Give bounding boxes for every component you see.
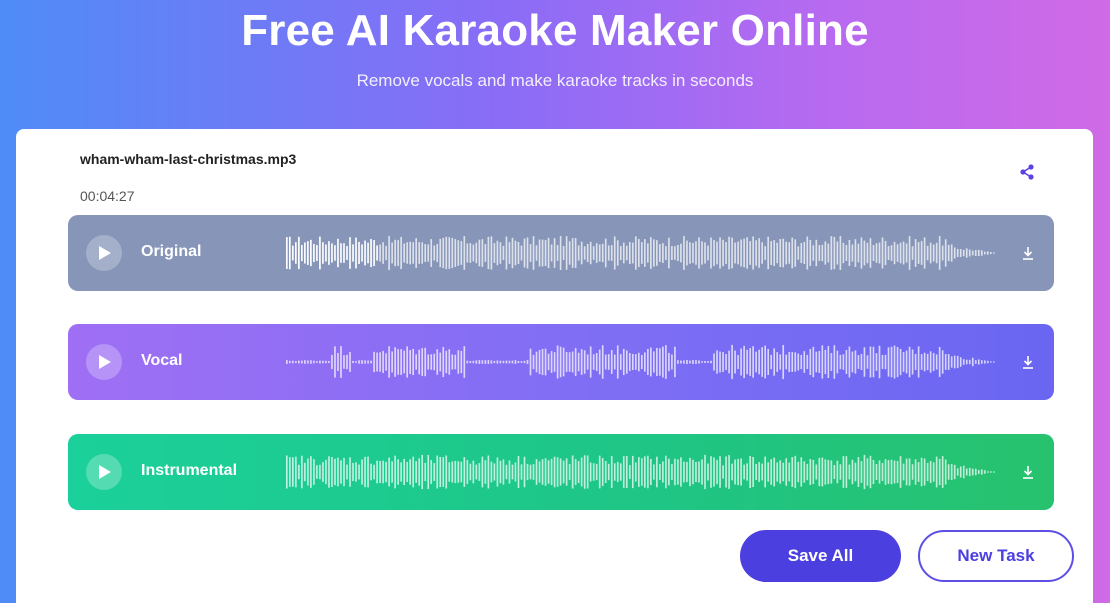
page-subtitle: Remove vocals and make karaoke tracks in… <box>356 71 754 90</box>
play-icon <box>99 355 111 369</box>
play-icon <box>99 246 111 260</box>
page-title: Free AI Karaoke Maker Online <box>241 6 869 55</box>
download-icon <box>1023 247 1033 260</box>
track-label-vocal: Vocal <box>141 352 183 369</box>
share-icon <box>1020 164 1034 180</box>
save-all-button[interactable]: Save All <box>740 530 901 582</box>
play-vocal-button[interactable] <box>86 344 122 380</box>
track-original: Original <box>68 215 1054 291</box>
track-label-original: Original <box>141 243 202 260</box>
download-icon <box>1023 466 1033 479</box>
download-icon <box>1023 356 1033 369</box>
file-name: wham-wham-last-christmas.mp3 <box>80 151 297 167</box>
play-instrumental-button[interactable] <box>86 454 122 490</box>
track-label-instrumental: Instrumental <box>141 462 238 479</box>
download-vocal-button[interactable] <box>1020 354 1036 370</box>
download-original-button[interactable] <box>1020 245 1036 261</box>
waveform-vocal[interactable] <box>286 342 996 382</box>
track-instrumental: Instrumental <box>68 434 1054 510</box>
new-task-button[interactable]: New Task <box>918 530 1074 582</box>
result-card: wham-wham-last-christmas.mp3 00:04:27 Or… <box>16 129 1093 603</box>
waveform-original[interactable] <box>286 233 996 273</box>
download-instrumental-button[interactable] <box>1020 464 1036 480</box>
play-icon <box>99 465 111 479</box>
share-button[interactable] <box>1018 163 1036 181</box>
waveform-instrumental[interactable] <box>286 452 996 492</box>
track-vocal: Vocal <box>68 324 1054 400</box>
play-original-button[interactable] <box>86 235 122 271</box>
file-duration: 00:04:27 <box>80 188 135 204</box>
